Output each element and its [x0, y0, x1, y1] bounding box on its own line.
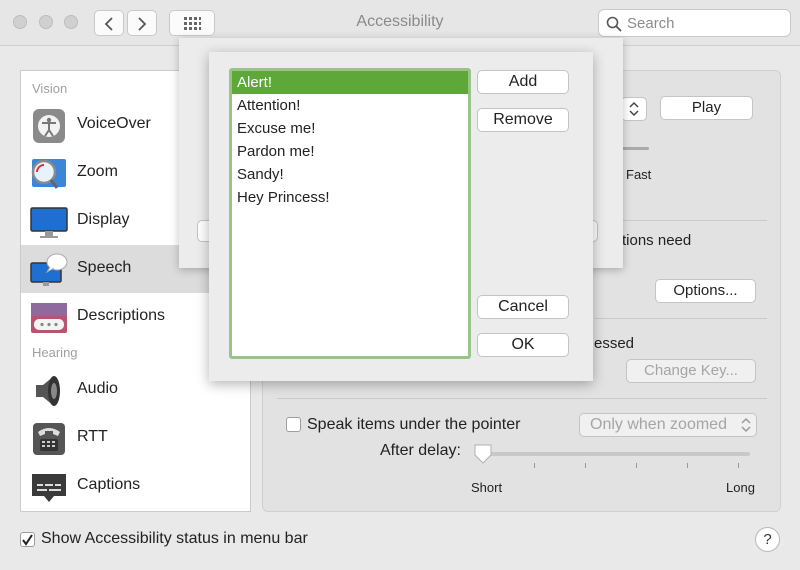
sidebar-item-label: Descriptions [77, 307, 166, 324]
ok-button[interactable]: OK [477, 333, 569, 357]
phrase-item[interactable]: Pardon me! [232, 140, 468, 163]
back-button[interactable] [94, 10, 124, 36]
captions-icon [32, 474, 66, 502]
zoom-icon [31, 159, 66, 189]
announce-text: tions need [622, 232, 692, 249]
speak-items-label: Speak items under the pointer [307, 416, 521, 433]
search-icon [606, 16, 622, 32]
slider-tick [585, 463, 586, 468]
help-button[interactable]: ? [755, 527, 780, 552]
phrase-list[interactable]: Alert! Attention! Excuse me! Pardon me! … [229, 68, 471, 359]
phrase-item[interactable]: Hey Princess! [232, 186, 468, 209]
divider [277, 398, 767, 399]
checkmark-icon [22, 534, 33, 546]
show-all-button[interactable] [169, 10, 215, 36]
zoom-window-button[interactable] [64, 15, 78, 29]
voice-popup-stepper[interactable] [621, 97, 647, 121]
rtt-phone-icon [33, 423, 65, 455]
slider-track [475, 452, 750, 456]
phrase-item[interactable]: Sandy! [232, 163, 468, 186]
delay-short-label: Short [471, 480, 503, 495]
slider-tick [636, 463, 637, 468]
play-button[interactable]: Play [660, 96, 753, 120]
close-window-button[interactable] [13, 15, 27, 29]
sidebar-item-label: Audio [77, 380, 118, 397]
voiceover-icon [33, 109, 65, 143]
speaker-icon [36, 376, 60, 406]
speak-items-popup[interactable]: Only when zoomed [579, 413, 757, 437]
chevron-right-icon [138, 17, 147, 31]
add-phrase-button[interactable]: Add [477, 70, 569, 94]
slider-tick [687, 463, 688, 468]
show-status-checkbox[interactable] [20, 532, 35, 547]
phrase-item[interactable]: Alert! [232, 71, 468, 94]
display-icon [30, 207, 68, 238]
options-button[interactable]: Options... [655, 279, 756, 303]
slider-thumb[interactable] [473, 443, 493, 465]
chevron-left-icon [104, 17, 113, 31]
section-header-hearing: Hearing [32, 345, 78, 360]
sidebar-item-label: RTT [77, 428, 108, 445]
minimize-window-button[interactable] [39, 15, 53, 29]
after-delay-label: After delay: [380, 442, 461, 459]
speak-items-checkbox[interactable] [286, 417, 301, 432]
speech-icon [30, 253, 68, 286]
show-status-label: Show Accessibility status in menu bar [41, 530, 308, 547]
chevron-up-down-icon [629, 101, 639, 117]
phrase-item[interactable]: Excuse me! [232, 117, 468, 140]
search-input[interactable] [627, 12, 785, 34]
speaking-rate-slider[interactable] [621, 147, 649, 150]
sidebar-item-label: Captions [77, 476, 141, 493]
sidebar-item-label: Speech [77, 259, 132, 276]
section-header-vision: Vision [32, 81, 68, 96]
chevron-up-down-icon [741, 417, 751, 433]
slider-tick [534, 463, 535, 468]
sidebar-item-label: Display [77, 211, 130, 228]
phrase-item[interactable]: Attention! [232, 94, 468, 117]
phrases-sheet: Alert! Attention! Excuse me! Pardon me! … [209, 52, 593, 381]
key-pressed-text: essed [594, 335, 635, 352]
change-key-button[interactable]: Change Key... [626, 359, 756, 383]
forward-button[interactable] [127, 10, 157, 36]
grid-icon [184, 17, 201, 30]
slider-tick [738, 463, 739, 468]
window-title: Accessibility [356, 13, 444, 30]
delay-slider[interactable] [473, 443, 750, 473]
sidebar-item-label: Zoom [77, 163, 118, 180]
cancel-button[interactable]: Cancel [477, 295, 569, 319]
speak-items-popup-value: Only when zoomed [590, 416, 727, 433]
remove-phrase-button[interactable]: Remove [477, 108, 569, 132]
divider [595, 318, 767, 319]
sidebar-item-label: VoiceOver [77, 115, 151, 132]
rate-fast-label: Fast [626, 167, 652, 182]
sidebar-item-rtt[interactable]: RTT [21, 414, 250, 462]
descriptions-icon [31, 303, 67, 333]
delay-long-label: Long [726, 480, 755, 495]
search-field[interactable] [598, 9, 791, 37]
sidebar-item-captions[interactable]: Captions [21, 462, 250, 510]
